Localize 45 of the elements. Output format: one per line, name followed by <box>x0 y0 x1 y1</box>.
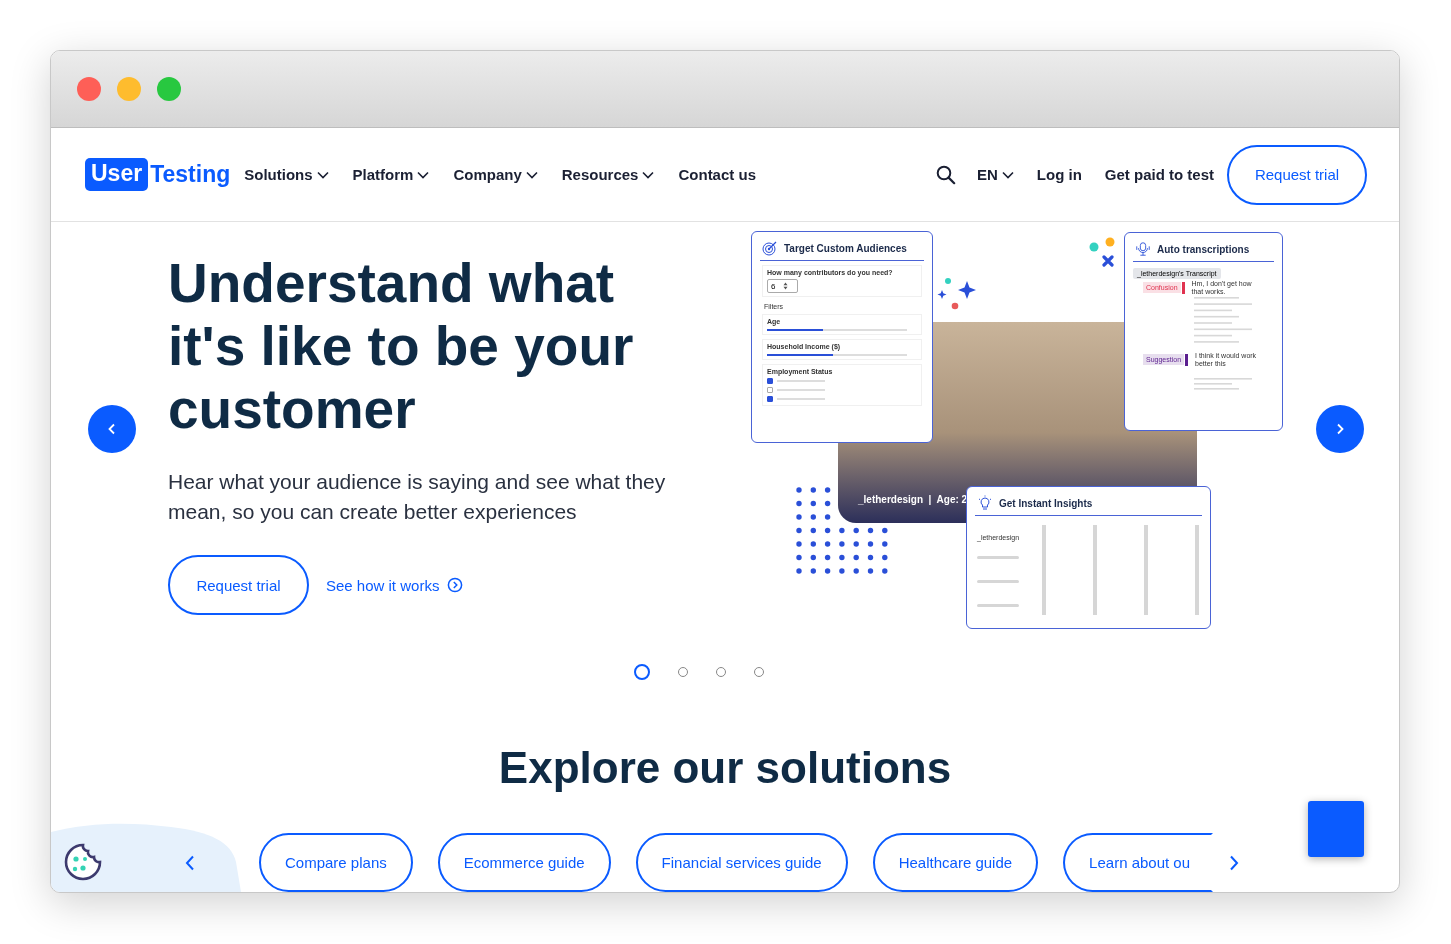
checkbox[interactable] <box>767 378 773 384</box>
nav-menu-item[interactable]: Solutions <box>244 166 329 183</box>
logo[interactable]: User Testing <box>85 158 231 191</box>
get-paid-link[interactable]: Get paid to test <box>1104 166 1214 183</box>
solution-chip[interactable]: Learn about ou <box>1063 833 1214 892</box>
login-link[interactable]: Log in <box>1036 166 1082 183</box>
confetti-drawing <box>1088 237 1116 267</box>
microphone-icon <box>1135 241 1151 257</box>
stepper-arrows-icon <box>783 282 789 290</box>
checkbox[interactable] <box>767 396 773 402</box>
see-how-it-works-link[interactable]: See how it works <box>326 576 464 594</box>
nav-menu-item[interactable]: Resources <box>561 166 655 183</box>
target-icon <box>762 240 778 256</box>
logo-speech-bubble: User <box>85 158 149 191</box>
carousel-dot[interactable] <box>634 663 650 680</box>
next-slide-button[interactable] <box>1316 405 1364 453</box>
nav-menu-item[interactable]: Platform <box>352 166 430 183</box>
logo-wordmark: Testing <box>150 161 231 188</box>
lightbulb-icon <box>977 495 993 511</box>
hero-headline: Understand what it's like to be your customer <box>168 252 635 441</box>
nav-menu-item[interactable]: Company <box>453 166 538 183</box>
placeholder-lines-drawing <box>977 556 1019 607</box>
checkbox[interactable] <box>767 387 773 393</box>
language-selector[interactable]: EN <box>976 166 1014 183</box>
close-window-button[interactable] <box>77 77 101 101</box>
nav-menu-item[interactable]: Contact us <box>678 166 756 183</box>
chevron-left-icon[interactable] <box>185 854 195 871</box>
solution-chip[interactable]: Compare plans <box>259 833 413 892</box>
solution-chip[interactable]: Financial services guide <box>635 833 848 892</box>
search-icon[interactable] <box>935 164 956 185</box>
card-title: Get Instant Insights <box>999 497 1093 509</box>
chevron-down-icon <box>1001 170 1014 179</box>
solution-chip[interactable]: Healthcare guide <box>872 833 1039 892</box>
previous-slide-button[interactable] <box>88 405 136 453</box>
section-heading: Explore our solutions <box>497 742 953 794</box>
number-stepper-field[interactable]: 6 <box>767 279 798 293</box>
card-title: Auto transcriptions <box>1157 243 1250 255</box>
request-trial-button[interactable]: Request trial <box>1227 144 1367 205</box>
card-title: Target Custom Audiences <box>784 242 907 254</box>
chevron-right-icon[interactable] <box>1229 854 1240 871</box>
cookie-icon[interactable] <box>63 842 103 882</box>
request-trial-button[interactable]: Request trial <box>168 555 309 615</box>
zoom-window-button[interactable] <box>157 77 181 101</box>
hero-subtitle: Hear what your audience is saying and see what they mean, so you can create better experiences <box>168 469 667 525</box>
solution-chip[interactable]: Ecommerce guide <box>437 833 611 892</box>
